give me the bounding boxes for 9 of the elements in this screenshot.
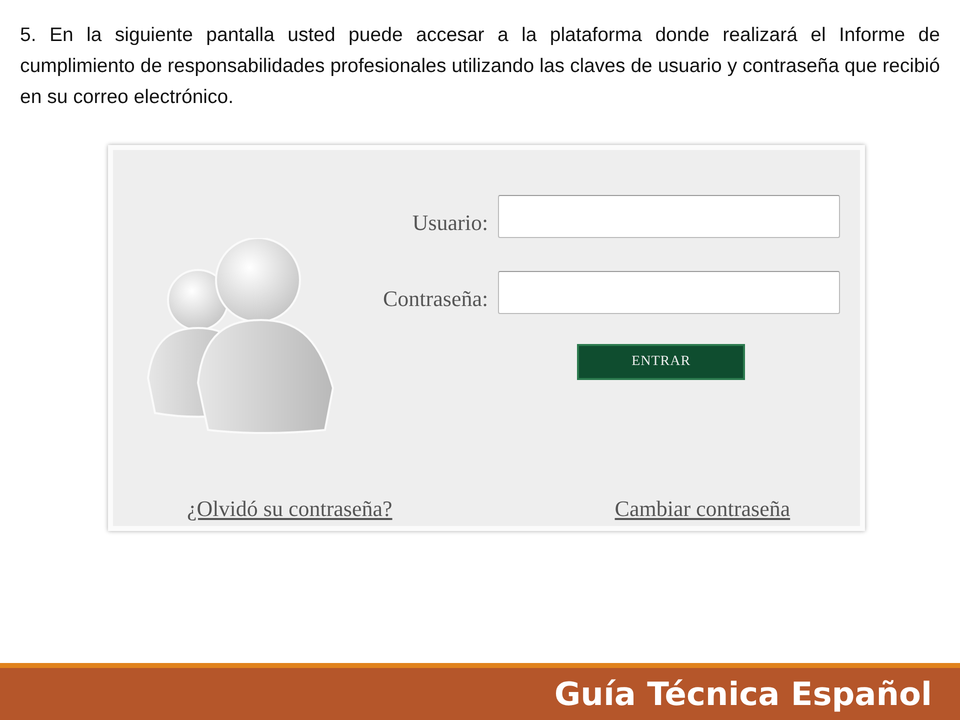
link[interactable]: Cambiar contraseña <box>614 496 790 522</box>
input-field[interactable] <box>498 195 840 238</box>
footer-title: Guía Técnica Español <box>554 675 932 713</box>
instruction-text: 5. En la siguiente pantalla usted puede accesar a la plataforma donde realizará el Informe de cumplimiento de responsabilidades profesionales utilizando las claves de usuario y contraseña que recibió en su correo electrónico. <box>20 23 940 110</box>
field-label: Contraseña: <box>383 286 488 313</box>
submit-button[interactable]: ENTRAR <box>577 344 746 380</box>
link[interactable]: ¿Olvidó su contraseña? <box>187 496 392 522</box>
field-label: Usuario: <box>412 210 488 237</box>
input-field[interactable] <box>498 271 840 314</box>
